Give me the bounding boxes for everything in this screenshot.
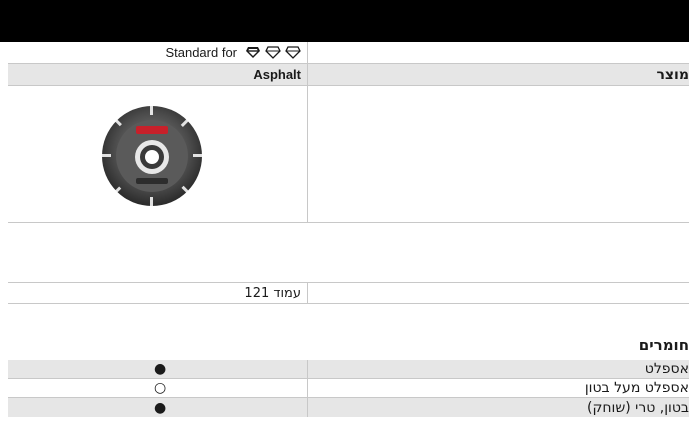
product-value-cell: Asphalt	[8, 64, 308, 85]
standard-text: Standard for	[165, 42, 301, 63]
product-row: Asphalt מוצר	[8, 64, 689, 86]
standard-right-cell	[308, 42, 689, 63]
image-right-cell	[308, 86, 689, 222]
page-ref-label: עמוד 121	[244, 285, 301, 301]
page-ref-table: עמוד 121	[8, 282, 689, 304]
diamond-filled-icon	[246, 47, 260, 58]
material-name: בטון, טרי (שוחק)	[587, 399, 689, 416]
diamond-outline-icon	[285, 46, 301, 59]
material-row: ● בטון, טרי (שוחק)	[8, 398, 689, 417]
page-ref-row: עמוד 121	[8, 282, 689, 304]
materials-table: ● אספלט ○ אספלט מעל בטון ● בטון, טרי (שו…	[8, 360, 689, 436]
material-symbol: ●	[154, 361, 167, 377]
material-row: ● אספלט	[8, 360, 689, 379]
diamond-outline-icon	[265, 46, 281, 59]
material-symbol-cell: ○	[8, 379, 308, 397]
header-bar	[0, 0, 689, 42]
material-name: אספלט	[644, 361, 689, 377]
material-name-cell: בטון, טרי (שוחק)	[308, 398, 689, 417]
image-cell	[8, 86, 308, 222]
page-ref-cell: עמוד 121	[8, 283, 308, 303]
standard-cell: Standard for	[8, 42, 308, 63]
material-symbol: ●	[154, 399, 167, 416]
standard-label: Standard for	[165, 45, 237, 60]
materials-title: חומרים	[638, 336, 689, 354]
product-value: Asphalt	[253, 67, 301, 82]
material-symbol-cell: ●	[8, 360, 308, 378]
product-label: מוצר	[656, 66, 689, 83]
material-symbol: ○	[154, 380, 167, 396]
material-name-cell: אספלט מעל בטון	[308, 379, 689, 397]
spec-table: Standard for Asphalt מוצר	[8, 42, 689, 223]
standard-row: Standard for	[8, 42, 689, 64]
saw-blade-image	[102, 106, 202, 206]
page-ref-right-cell	[308, 283, 689, 303]
image-row	[8, 86, 689, 223]
material-row: ○ אספלט מעל בטון	[8, 379, 689, 398]
material-name-cell: אספלט	[308, 360, 689, 378]
material-symbol-cell: ●	[8, 398, 308, 417]
product-label-cell: מוצר	[308, 64, 689, 85]
material-name: אספלט מעל בטון	[584, 380, 689, 396]
diamond-rating	[245, 46, 301, 59]
